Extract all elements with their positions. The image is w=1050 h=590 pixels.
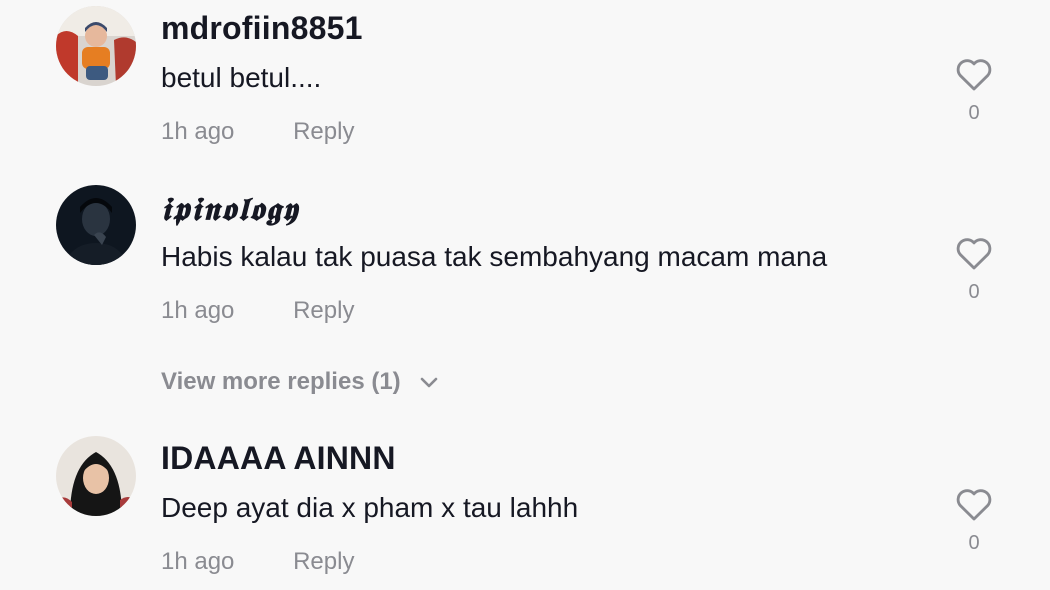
like-button[interactable]: 0 <box>952 486 996 555</box>
comment-time: 1h ago <box>161 297 235 324</box>
username[interactable]: 𝖎𝖕𝖎𝖓𝖔𝖑𝖔𝖌𝖞 <box>161 190 299 229</box>
reply-button[interactable]: Reply <box>293 118 354 145</box>
like-count: 0 <box>968 532 980 554</box>
comment-meta: 1h ago Reply <box>161 118 354 146</box>
user-avatar[interactable] <box>56 185 136 265</box>
heart-icon[interactable] <box>955 486 993 522</box>
comment-meta: 1h ago Reply <box>161 548 354 576</box>
heart-icon[interactable] <box>955 235 993 271</box>
like-button[interactable]: 0 <box>952 235 996 304</box>
like-count: 0 <box>968 281 980 303</box>
user-avatar[interactable] <box>56 6 136 86</box>
avatar-image <box>56 6 136 86</box>
view-more-replies-label: View more replies (1) <box>161 368 401 395</box>
heart-icon[interactable] <box>955 56 993 92</box>
comment-time: 1h ago <box>161 118 235 145</box>
username[interactable]: mdrofiin8851 <box>161 10 363 47</box>
avatar-image <box>56 436 136 516</box>
reply-button[interactable]: Reply <box>293 548 354 575</box>
reply-button[interactable]: Reply <box>293 297 354 324</box>
comment-text: Deep ayat dia x pham x tau lahhh <box>161 492 579 523</box>
user-avatar[interactable] <box>56 436 136 516</box>
like-button[interactable]: 0 <box>952 56 996 125</box>
chevron-down-icon <box>421 377 438 387</box>
comment-text: Habis kalau tak puasa tak sembahyang mac… <box>161 241 828 272</box>
like-count: 0 <box>968 102 980 124</box>
comment-text: betul betul.... <box>161 62 322 93</box>
username[interactable]: IDAAAA AINNN <box>161 440 396 477</box>
view-more-replies-button[interactable]: View more replies (1) <box>161 368 439 396</box>
avatar-image <box>56 185 136 265</box>
comment-time: 1h ago <box>161 548 235 575</box>
comment-meta: 1h ago Reply <box>161 297 354 325</box>
